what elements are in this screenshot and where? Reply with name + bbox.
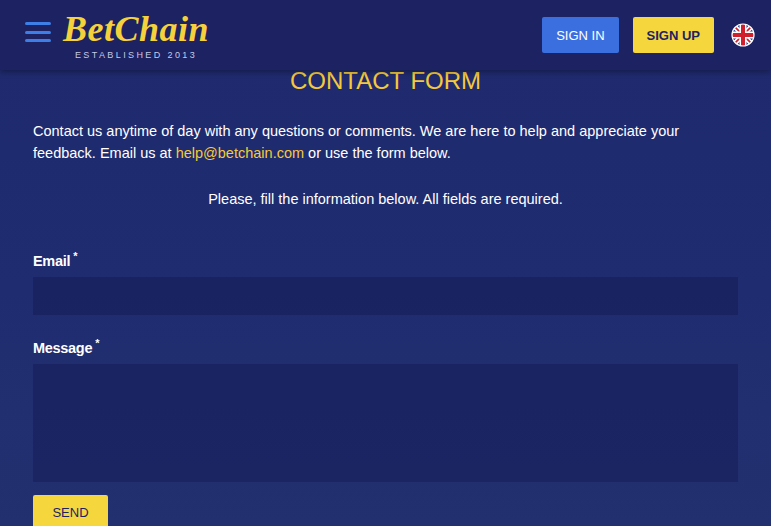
menu-icon[interactable] <box>25 22 51 42</box>
email-link[interactable]: help@betchain.com <box>176 145 304 161</box>
form-field: Message* <box>33 333 738 482</box>
required-mark: * <box>95 337 99 349</box>
uk-flag-icon[interactable] <box>731 23 755 47</box>
page: BetChain ESTABLISHED 2013 SIGN IN SIGN UP CO… <box>0 0 771 526</box>
email-input[interactable] <box>33 277 738 315</box>
form-field: Email* <box>33 246 738 315</box>
field-label: Email* <box>33 246 738 271</box>
logo-tagline: ESTABLISHED 2013 <box>75 50 197 60</box>
field-label: Message* <box>33 333 738 358</box>
send-button[interactable]: SEND <box>33 495 108 526</box>
top-bar: BetChain ESTABLISHED 2013 SIGN IN SIGN UP <box>0 0 771 70</box>
instruction-text: Please, fill the information below. All … <box>33 188 738 210</box>
logo[interactable]: BetChain ESTABLISHED 2013 <box>63 10 209 60</box>
form-title: CONTACT FORM <box>33 68 738 94</box>
sign-in-button[interactable]: SIGN IN <box>542 17 618 53</box>
message-textarea[interactable] <box>33 364 738 482</box>
sign-up-button[interactable]: SIGN UP <box>633 17 714 53</box>
contact-form: CONTACT FORM Contact us anytime of day wi… <box>0 70 771 526</box>
logo-text: BetChain <box>63 10 209 48</box>
required-mark: * <box>73 250 77 262</box>
intro-text: Contact us anytime of day with any quest… <box>33 120 738 164</box>
